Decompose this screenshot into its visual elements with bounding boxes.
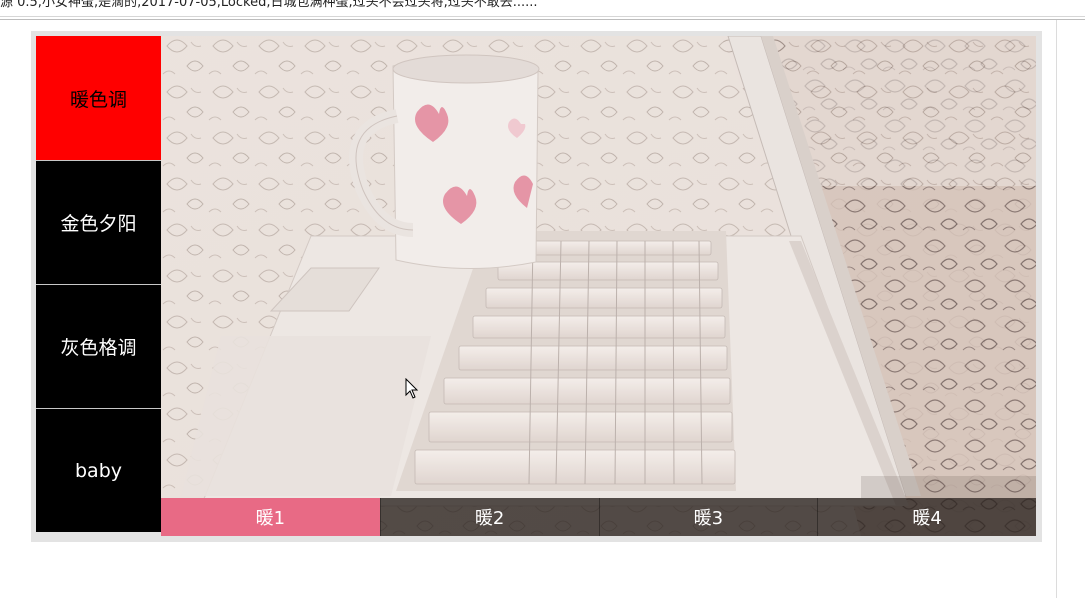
thumb-tab-label: 暖2	[474, 508, 505, 529]
thumb-tab-warm-1[interactable]: 暖1	[161, 498, 380, 536]
header-partial-text: 源 0.5,小女神蛋,是滴的,2017-07-05,Locked,日城包满种蛋,…	[0, 0, 538, 10]
sidebar-item-label: 灰色格调	[60, 337, 137, 359]
sidebar-item-baby[interactable]: baby	[36, 408, 161, 532]
sidebar-item-warm-tone[interactable]: 暖色调	[36, 36, 161, 160]
thumb-tab-warm-3[interactable]: 暖3	[598, 498, 818, 536]
thumb-tab-label: 暖1	[255, 508, 286, 529]
category-sidebar: 暖色调 金色夕阳 灰色格调 baby	[36, 36, 161, 532]
sidebar-item-golden-sunset[interactable]: 金色夕阳	[36, 160, 161, 284]
sidebar-item-label: baby	[74, 459, 122, 482]
thumbnail-tab-bar: 暖1 暖2 暖3 暖4	[161, 498, 1036, 536]
thumb-tab-warm-2[interactable]: 暖2	[379, 498, 599, 536]
sidebar-item-label: 暖色调	[69, 88, 127, 111]
page-header-strip: 源 0.5,小女神蛋,是滴的,2017-07-05,Locked,日城包满种蛋,…	[0, 0, 1085, 20]
header-rule	[0, 16, 1085, 17]
page-right-border	[1056, 20, 1057, 598]
sidebar-item-label: 金色夕阳	[60, 213, 137, 235]
mouse-cursor-icon	[405, 378, 419, 399]
slide-stage: 暖1 暖2 暖3 暖4	[161, 36, 1036, 536]
sidebar-item-gray-style[interactable]: 灰色格调	[36, 284, 161, 408]
thumb-tab-label: 暖4	[912, 508, 942, 529]
thumb-tab-warm-4[interactable]: 暖4	[817, 498, 1036, 536]
thumb-tab-label: 暖3	[693, 508, 724, 529]
laptop-mug-photo	[161, 36, 1036, 536]
